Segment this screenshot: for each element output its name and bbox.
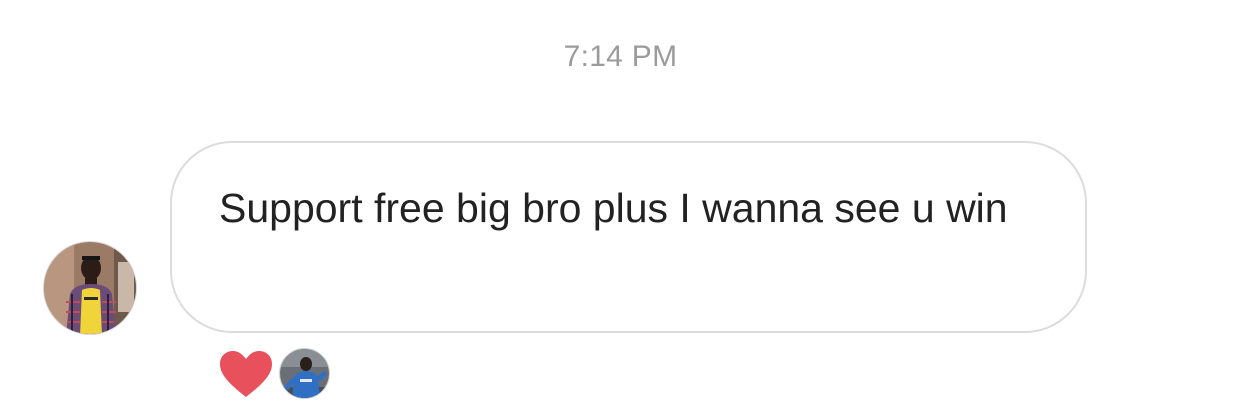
avatar-photo: [44, 242, 136, 334]
reactor-avatar-photo: [280, 349, 329, 398]
sender-avatar[interactable]: [43, 241, 137, 335]
message-text: Support free big bro plus I wanna see u …: [219, 185, 1008, 231]
reactor-avatar[interactable]: [279, 348, 330, 399]
message-bubble[interactable]: Support free big bro plus I wanna see u …: [170, 141, 1087, 333]
heart-icon: [220, 351, 272, 397]
message-reactions[interactable]: [218, 346, 338, 402]
message-timestamp: 7:14 PM: [563, 40, 678, 73]
